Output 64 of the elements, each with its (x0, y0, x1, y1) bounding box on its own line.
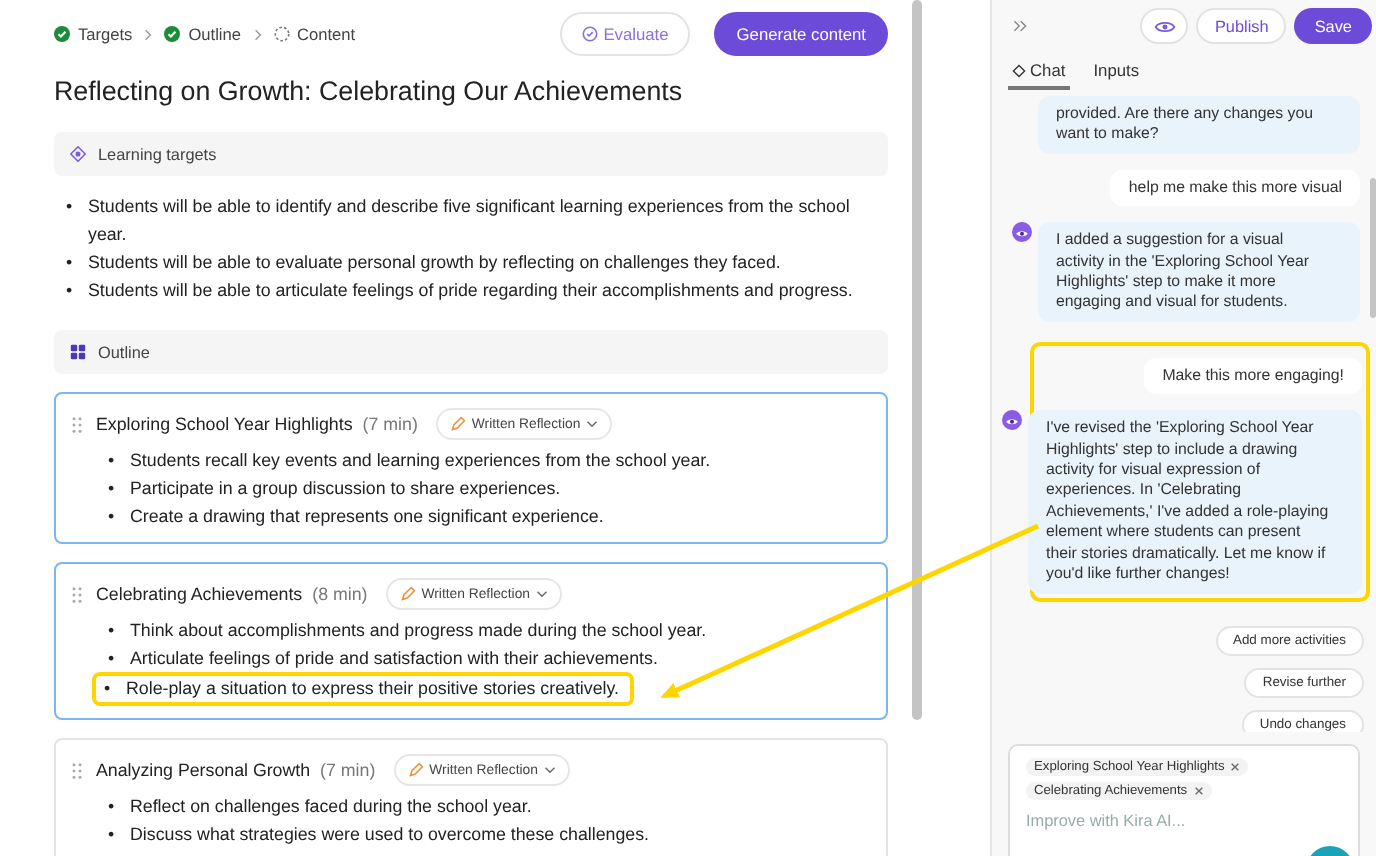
bullet-marker: • (66, 194, 75, 220)
step-duration: (7 min) (362, 414, 418, 434)
outline-step-card[interactable] (54, 392, 888, 544)
step-bullet: Discuss what strategies were used to overcome these challenges. (130, 822, 649, 848)
bullet-marker: • (66, 250, 75, 276)
bullet-marker: • (108, 646, 117, 672)
step-title: Analyzing Personal Growth (96, 760, 311, 780)
chevron-icon (253, 27, 262, 41)
drag-handle-icon[interactable] (72, 585, 82, 603)
publish-button[interactable]: Publish (1196, 8, 1287, 44)
step-bullet: Create a drawing that represents one significant experience. (130, 504, 604, 530)
step-bullet: Participate in a group discussion to share experiences. (130, 476, 561, 502)
drag-handle-icon[interactable] (72, 415, 82, 433)
drag-handle-icon[interactable] (72, 761, 82, 779)
panel-tab[interactable]: Chat (1008, 56, 1070, 90)
step-bullet: Think about accomplishments and progress made during the school year. (130, 618, 707, 644)
section-title: Outline (98, 343, 150, 361)
lesson-title: Reflecting on Growth: Celebrating Our Achievements (54, 74, 685, 110)
breadcrumb-step[interactable]: Outline (164, 24, 242, 44)
learning-target: Students will be able to identify and describe five significant learning experiences from the school year. (88, 194, 852, 248)
breadcrumb-step[interactable]: Content (273, 24, 356, 44)
bullet-marker: • (108, 822, 117, 848)
save-button[interactable]: Save (1294, 8, 1372, 44)
generate-content-button[interactable]: Generate content (714, 12, 888, 56)
caret-icon (543, 766, 556, 774)
bullet-marker: • (108, 504, 117, 530)
step-duration: (8 min) (312, 584, 368, 604)
section-title: Learning targets (98, 145, 217, 163)
scrollbar-thumb[interactable] (912, 0, 922, 720)
close-icon[interactable] (1230, 762, 1241, 772)
chevron-icon (144, 27, 153, 41)
bullet-marker: • (66, 278, 75, 304)
pencil-icon (407, 762, 424, 778)
learning-target: Students will be able to evaluate personal growth by reflecting on challenges they faced. (88, 250, 781, 276)
pencil-icon (399, 586, 416, 602)
step-bullet: Reflect on challenges faced during the school year. (130, 794, 532, 820)
bullet-marker: • (108, 794, 117, 820)
caret-icon (586, 420, 599, 428)
diamond-icon (1012, 63, 1026, 77)
pencil-icon (449, 416, 466, 432)
breadcrumb-step[interactable]: Targets (54, 24, 133, 44)
bullet-marker: • (108, 448, 117, 474)
step-title: Exploring School Year Highlights (96, 414, 353, 434)
step-duration: (7 min) (320, 760, 376, 780)
double-chevron-icon[interactable] (1012, 18, 1028, 34)
target-icon (70, 146, 86, 162)
eye-icon (1153, 19, 1176, 33)
step-bullet: Role-play a situation to express their positive stories creatively. (126, 676, 619, 702)
bullet-marker: • (104, 676, 113, 702)
outline-step-card[interactable] (54, 562, 888, 720)
bullet-marker: • (108, 476, 117, 502)
close-icon[interactable] (1193, 786, 1204, 796)
check-circle-icon (581, 26, 598, 42)
step-bullet: Students recall key events and learning experiences from the school year. (130, 448, 711, 474)
step-title: Celebrating Achievements (96, 584, 303, 604)
scrollbar-thumb[interactable] (1370, 178, 1376, 318)
caret-icon (536, 590, 548, 598)
step-bullet: Articulate feelings of pride and satisfaction with their achievements. (130, 646, 658, 672)
preview-button[interactable] (1140, 8, 1189, 44)
learning-target: Students will be able to articulate feelings of pride regarding their accomplishments and progress. (88, 278, 853, 304)
evaluate-button[interactable]: Evaluate (559, 12, 691, 56)
grid-icon (70, 344, 86, 360)
bullet-marker: • (108, 618, 117, 644)
panel-tab[interactable]: Inputs (1089, 56, 1144, 90)
